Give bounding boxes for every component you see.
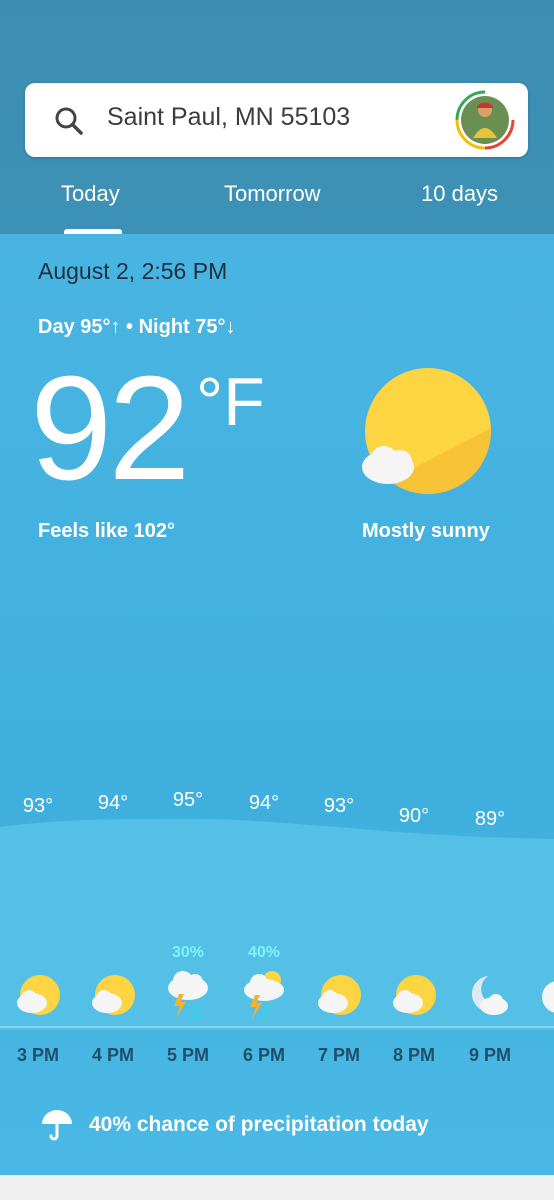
hour-temp: 93° bbox=[323, 795, 355, 817]
hour-temp: 94° bbox=[248, 792, 280, 814]
tab-tomorrow[interactable]: Tomorrow bbox=[224, 181, 321, 207]
temperature-unit: °F bbox=[196, 364, 265, 440]
hour-time: 6 PM bbox=[242, 1045, 285, 1065]
search-icon[interactable] bbox=[53, 105, 85, 137]
search-bar[interactable]: Saint Paul, MN 55103 bbox=[25, 83, 528, 157]
hour-temp: 90° bbox=[398, 805, 430, 827]
current-datetime: August 2, 2:56 PM bbox=[38, 258, 228, 284]
hour-temp: 95° bbox=[172, 789, 204, 811]
thunderstorm-icon bbox=[168, 971, 208, 1019]
hour-time: 8 PM bbox=[392, 1045, 435, 1065]
bottom-edge bbox=[0, 1175, 554, 1200]
hour-precip: 30% bbox=[171, 944, 205, 961]
hour-temp: 89° bbox=[474, 808, 506, 830]
hour-temp: 94° bbox=[97, 792, 129, 814]
partly-sunny-icon bbox=[17, 975, 60, 1015]
partly-sunny-icon bbox=[92, 975, 135, 1015]
partly-cloudy-night-icon bbox=[471, 976, 508, 1015]
umbrella-icon bbox=[42, 1110, 72, 1141]
hour-precip: 40% bbox=[247, 944, 281, 961]
hour-time: 7 PM bbox=[317, 1045, 360, 1065]
partly-sunny-icon bbox=[318, 975, 361, 1015]
feels-like: Feels like 102° bbox=[38, 520, 175, 542]
partly-sunny-icon bbox=[362, 368, 491, 494]
cloudy-icon bbox=[542, 981, 554, 1013]
condition-text: Mostly sunny bbox=[362, 520, 490, 542]
partly-sunny-icon bbox=[393, 975, 436, 1015]
location-text[interactable]: Saint Paul, MN 55103 bbox=[107, 103, 350, 132]
avatar[interactable] bbox=[455, 90, 515, 150]
hour-temp: 8 bbox=[536, 810, 554, 833]
tab-10-days[interactable]: 10 days bbox=[421, 181, 498, 207]
current-temperature: 92 bbox=[30, 346, 191, 511]
hour-time: 4 PM bbox=[91, 1045, 134, 1065]
hour-time: 3 PM bbox=[16, 1045, 59, 1065]
day-night-temps: Day 95°↑ • Night 75°↓ bbox=[38, 316, 236, 338]
hour-time: 10 bbox=[531, 1045, 554, 1066]
sun-thunderstorm-icon bbox=[244, 971, 284, 1019]
hour-temp: 93° bbox=[22, 795, 54, 817]
hour-time: 9 PM bbox=[468, 1045, 511, 1065]
tab-today[interactable]: Today bbox=[61, 181, 120, 207]
hour-time: 5 PM bbox=[166, 1045, 209, 1065]
precipitation-summary: 40% chance of precipitation today bbox=[89, 1113, 429, 1136]
